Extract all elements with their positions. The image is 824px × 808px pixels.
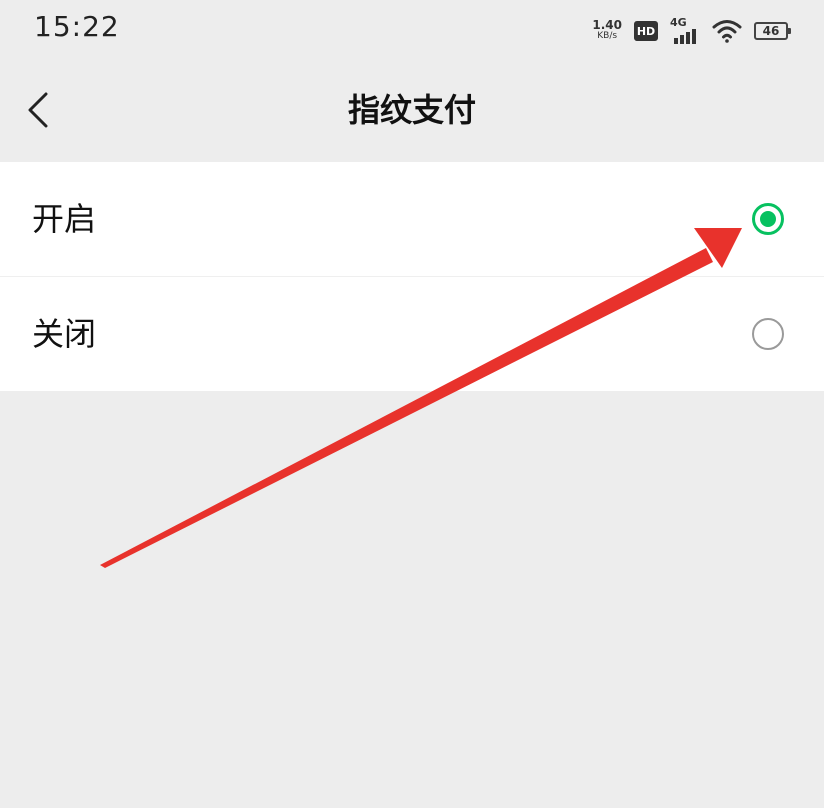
status-time: 15:22 — [34, 10, 120, 43]
status-icons: 1.40 KB/s HD 4G 46 — [592, 14, 791, 48]
chevron-left-icon — [28, 92, 48, 128]
option-label: 关闭 — [32, 315, 97, 353]
network-speed-value: 1.40 — [592, 18, 622, 32]
page-title: 指纹支付 — [347, 91, 476, 129]
battery-icon: 46 — [754, 22, 791, 40]
network-type-label: 4G — [670, 16, 687, 29]
option-label: 开启 — [32, 200, 97, 238]
wifi-icon — [712, 20, 742, 43]
radio-unselected-icon[interactable] — [752, 318, 784, 350]
battery-level: 46 — [762, 24, 780, 38]
status-bar: 15:22 1.40 KB/s HD 4G 46 — [0, 0, 824, 60]
network-speed-unit: KB/s — [597, 31, 618, 41]
network-speed: 1.40 KB/s — [592, 18, 622, 42]
back-button[interactable] — [22, 88, 62, 132]
nav-bar: 指纹支付 — [0, 60, 824, 160]
hd-icon: HD — [634, 21, 658, 41]
cellular-signal-icon: 4G — [670, 16, 700, 44]
option-list: 开启 关闭 — [0, 162, 824, 391]
option-enable[interactable]: 开启 — [0, 162, 824, 276]
radio-selected-icon[interactable] — [752, 203, 784, 235]
option-disable[interactable]: 关闭 — [0, 276, 824, 391]
